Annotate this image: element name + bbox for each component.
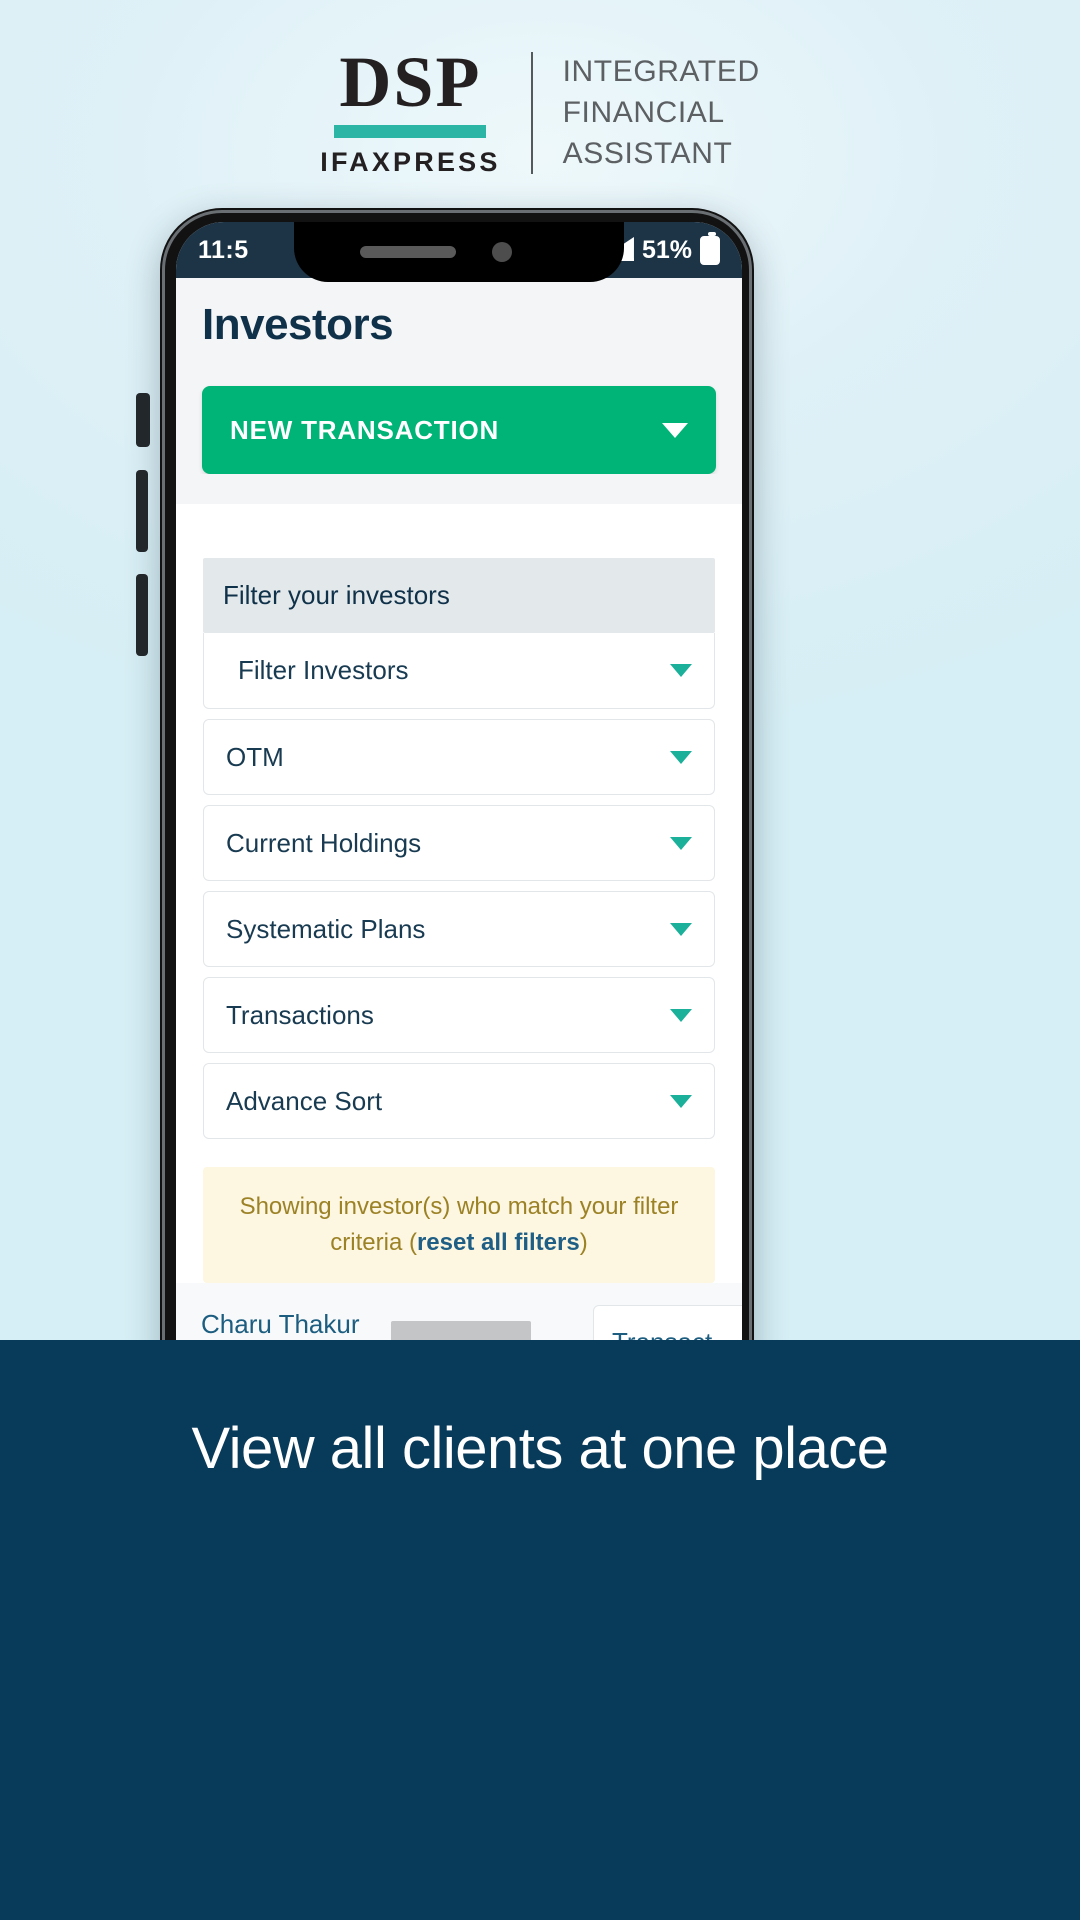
phone-volume-up-button [136, 470, 148, 552]
filter-notice-banner: Showing investor(s) who match your filte… [203, 1167, 715, 1283]
chevron-down-icon [670, 922, 692, 936]
chevron-down-icon [670, 750, 692, 764]
status-time: 11:5 [198, 235, 249, 264]
app-header: Investors NEW TRANSACTION [176, 278, 742, 474]
tagline-line-2: FINANCIAL [562, 95, 725, 129]
filter-row-label: Systematic Plans [226, 913, 426, 944]
phone-volume-down-button [136, 574, 148, 656]
filter-row-filter-investors[interactable]: Filter Investors [203, 633, 715, 709]
logo-wordmark: DSP [339, 42, 482, 122]
dsp-logo: DSP IFAXPRESS [320, 42, 530, 178]
filter-row-label: Current Holdings [226, 827, 422, 858]
logo-accent-bar [334, 125, 487, 139]
header-spacer [176, 474, 742, 504]
filter-row-otm[interactable]: OTM [203, 719, 715, 795]
filter-panel-heading: Filter your investors [203, 558, 715, 633]
battery-percent-label: 51% [641, 235, 692, 264]
tagline-line-1: INTEGRATED [562, 55, 760, 88]
filter-notice-text-after: ) [579, 1229, 588, 1256]
page-title: Investors [202, 300, 394, 349]
phone-notch [294, 222, 624, 282]
brand-header: DSP IFAXPRESS INTEGRATED FINANCIAL ASSIS… [0, 42, 1080, 178]
filter-row-label: Advance Sort [226, 1085, 383, 1116]
front-camera [492, 242, 512, 262]
filter-row-label: Transactions [226, 999, 374, 1030]
brand-tagline: INTEGRATED FINANCIAL ASSISTANT [533, 48, 760, 178]
earpiece-speaker [360, 246, 456, 258]
phone-mockup: 11:5 51% Investors NEW TRANSACTION Filte… [136, 208, 756, 1408]
phone-screen: 11:5 51% Investors NEW TRANSACTION Filte… [176, 222, 742, 1394]
chevron-down-icon [670, 836, 692, 850]
reset-all-filters-link[interactable]: reset all filters [417, 1229, 580, 1256]
chevron-down-icon [670, 664, 692, 677]
filter-row-transactions[interactable]: Transactions [203, 977, 715, 1053]
filter-row-label: Filter Investors [238, 655, 409, 685]
filter-card: Filter your investors Filter Investors O… [176, 504, 742, 1394]
phone-mute-switch [136, 393, 150, 447]
logo-subbrand: IFAXPRESS [320, 147, 501, 178]
chevron-down-icon [662, 422, 688, 438]
filter-row-current-holdings[interactable]: Current Holdings [203, 805, 715, 881]
tagline-line-3: ASSISTANT [562, 136, 733, 170]
new-transaction-button[interactable]: NEW TRANSACTION [202, 386, 716, 474]
investor-name-label: Charu Thakur [201, 1309, 360, 1340]
filter-row-label: OTM [226, 741, 284, 772]
chevron-down-icon [670, 1008, 692, 1022]
filter-row-advance-sort[interactable]: Advance Sort [203, 1063, 715, 1139]
filter-row-systematic-plans[interactable]: Systematic Plans [203, 891, 715, 967]
battery-icon [700, 231, 720, 265]
caption-headline: View all clients at one place [191, 1416, 889, 1481]
chevron-down-icon [670, 1094, 692, 1108]
new-transaction-label: NEW TRANSACTION [230, 414, 500, 445]
status-bar: 11:5 51% [176, 222, 742, 282]
